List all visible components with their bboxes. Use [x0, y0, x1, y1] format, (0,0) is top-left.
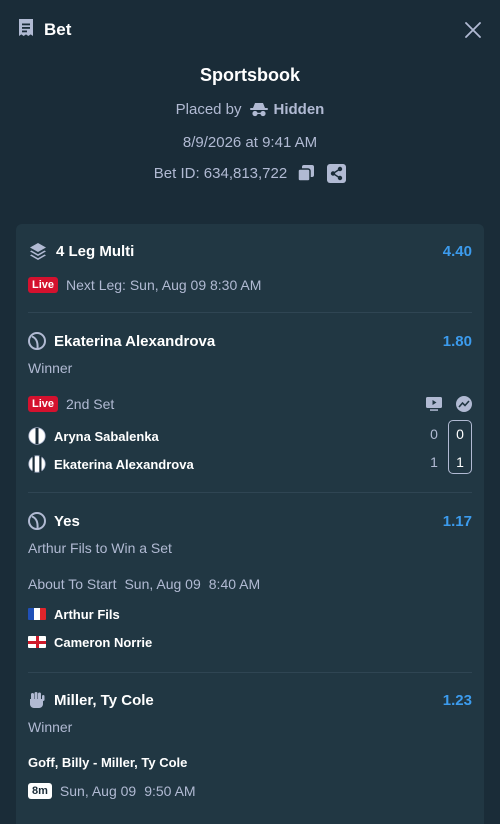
- leg-1: Ekaterina Alexandrova 1.80 Winner Live 2…: [16, 330, 484, 475]
- leg-header: Ekaterina Alexandrova 1.80: [28, 330, 472, 352]
- leg-3: Miller, Ty Cole 1.23 Winner Goff, Billy …: [16, 689, 484, 802]
- live-badge: Live: [28, 396, 59, 412]
- stats-icon: [456, 396, 472, 412]
- leg-time: 8:40 AM: [208, 576, 261, 592]
- player-name: Cameron Norrie: [54, 634, 153, 650]
- layers-icon: [28, 241, 48, 261]
- leg-selection: Miller, Ty Cole: [54, 691, 154, 709]
- bet-date: 8/9/2026 at 9:41 AM: [182, 133, 318, 151]
- bet-id-row: Bet ID: 634,813,722: [0, 162, 500, 184]
- games-score: 1: [430, 454, 438, 470]
- leg-status-row: Live 2nd Set: [28, 393, 472, 415]
- leg-actions: [426, 396, 472, 412]
- sets-score: 1: [456, 454, 464, 470]
- leg-status-row: 8m Sun, Aug 09 9:50 AM: [28, 780, 472, 802]
- leg-header-left: Ekaterina Alexandrova: [28, 332, 215, 350]
- placed-by-label: Placed by: [175, 100, 242, 118]
- header-left: Bet: [16, 18, 71, 43]
- leg-odds: 1.80: [442, 332, 472, 350]
- divider: [28, 492, 472, 493]
- player-name: Ekaterina Alexandrova: [54, 456, 194, 472]
- fist-icon: [28, 691, 46, 709]
- leg-date: Sun, Aug 09: [124, 576, 201, 592]
- multi-header-left: 4 Leg Multi: [28, 241, 134, 261]
- bet-info: Sportsbook Placed by Hidden 8/9/2026 at …: [0, 64, 500, 184]
- leg-date: Sun, Aug 09: [59, 783, 137, 799]
- player-row: Arthur Fils: [28, 603, 472, 625]
- tennis-player-icon: [28, 427, 46, 445]
- player-row: Cameron Norrie: [28, 631, 472, 653]
- placed-by-row: Placed by Hidden: [0, 98, 500, 120]
- close-icon: [465, 22, 481, 38]
- leg-selection: Ekaterina Alexandrova: [54, 332, 216, 350]
- leg-selection: Yes: [54, 512, 80, 530]
- leg-status-text: 2nd Set: [66, 396, 115, 412]
- leg-odds: 1.23: [442, 691, 472, 709]
- leg-header: Yes 1.17: [28, 510, 472, 532]
- next-leg-text: Next Leg: Sun, Aug 09 8:30 AM: [66, 277, 262, 293]
- tennis-ball-icon: [28, 512, 46, 530]
- player-row: Aryna Sabalenka: [28, 425, 472, 447]
- multi-title: 4 Leg Multi: [56, 242, 135, 260]
- leg-header-left: Yes: [28, 512, 80, 530]
- stats-button[interactable]: [456, 396, 472, 412]
- copy-button[interactable]: [297, 164, 315, 182]
- bet-id: Bet ID: 634,813,722: [153, 164, 288, 182]
- matchup-title: Goff, Billy - Miller, Ty Cole: [28, 755, 188, 770]
- multi-section: 4 Leg Multi 4.40 Live Next Leg: Sun, Aug…: [16, 240, 484, 296]
- player-row: Ekaterina Alexandrova: [28, 453, 472, 475]
- leg-market: Winner: [28, 719, 73, 735]
- next-leg-row: Live Next Leg: Sun, Aug 09 8:30 AM: [28, 274, 472, 296]
- bet-details-card: 4 Leg Multi 4.40 Live Next Leg: Sun, Aug…: [16, 224, 484, 824]
- france-flag-icon: [28, 608, 46, 620]
- sportsbook-title: Sportsbook: [199, 65, 300, 85]
- bet-modal-header: Bet: [0, 0, 500, 60]
- sets-score: 0: [456, 426, 464, 442]
- modal-title: Bet: [44, 20, 72, 39]
- copy-icon: [297, 165, 315, 182]
- leg-market: Winner: [28, 360, 73, 376]
- leg-2: Yes 1.17 Arthur Fils to Win a Set About …: [16, 510, 484, 653]
- leg-market: Arthur Fils to Win a Set: [28, 540, 172, 556]
- close-button[interactable]: [463, 20, 483, 40]
- tennis-player-icon: [28, 455, 46, 473]
- leg-time: 9:50 AM: [144, 783, 196, 799]
- incognito-icon: [249, 101, 268, 117]
- leg-status-row: About To Start Sun, Aug 09 8:40 AM: [28, 573, 472, 595]
- placed-by-user: Hidden: [273, 100, 325, 118]
- leg-odds: 1.17: [442, 512, 472, 530]
- receipt-icon: [16, 18, 36, 43]
- england-flag-icon: [28, 636, 46, 648]
- leg-header: Miller, Ty Cole 1.23: [28, 689, 472, 711]
- countdown-badge: 8m: [28, 783, 52, 799]
- games-score: 0: [430, 426, 438, 442]
- livestream-button[interactable]: [426, 397, 442, 411]
- tennis-ball-icon: [28, 332, 46, 350]
- multi-odds: 4.40: [442, 242, 472, 260]
- leg-header-left: Miller, Ty Cole: [28, 691, 154, 709]
- share-button[interactable]: [327, 163, 347, 183]
- divider: [28, 672, 472, 673]
- divider: [28, 312, 472, 313]
- leg-status-left: Live 2nd Set: [28, 396, 114, 412]
- leg-status-text: About To Start: [28, 576, 117, 592]
- player-name: Arthur Fils: [54, 606, 120, 622]
- livestream-icon: [426, 397, 442, 411]
- live-badge: Live: [28, 277, 59, 293]
- player-name: Aryna Sabalenka: [54, 428, 159, 444]
- multi-header: 4 Leg Multi 4.40: [28, 240, 472, 262]
- share-icon: [327, 163, 347, 183]
